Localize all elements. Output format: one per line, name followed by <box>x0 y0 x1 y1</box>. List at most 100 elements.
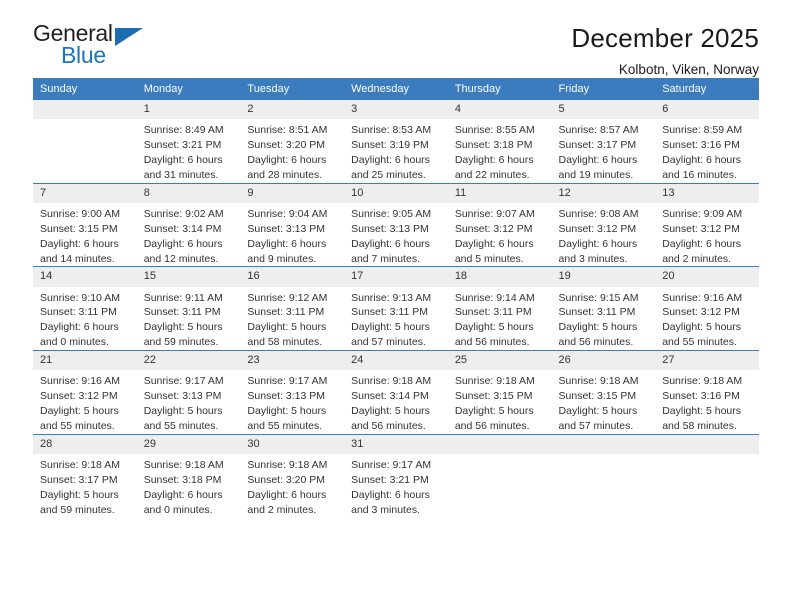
day-number: 31 <box>344 434 448 454</box>
calendar-day-cell[interactable]: 7 Sunrise: 9:00 AM Sunset: 3:15 PM Daylight… <box>33 182 137 267</box>
sunrise-text: Sunrise: 9:16 AM <box>662 291 743 304</box>
daylight-text-line2: and 57 minutes. <box>351 336 426 349</box>
calendar-day-cell[interactable]: 18 Sunrise: 9:14 AM Sunset: 3:11 PM Dayligh… <box>447 266 552 351</box>
calendar-header-row: Sunday Monday Tuesday Wednesday Thursday… <box>33 78 759 100</box>
calendar-day-cell[interactable]: 20 Sunrise: 9:16 AM Sunset: 3:12 PM Dayligh… <box>655 266 759 351</box>
daylight-text-line1: Daylight: 5 hours <box>351 321 430 334</box>
calendar-day-cell[interactable]: 31 Sunrise: 9:17 AM Sunset: 3:21 PM Dayligh… <box>344 433 448 518</box>
sunset-text: Sunset: 3:11 PM <box>351 306 428 319</box>
day-details: Sunrise: 9:16 AM Sunset: 3:12 PM Daylight:… <box>655 287 759 351</box>
calendar-day-cell[interactable]: 16 Sunrise: 9:12 AM Sunset: 3:11 PM Dayligh… <box>240 266 345 351</box>
calendar-day-cell[interactable]: 24 Sunrise: 9:18 AM Sunset: 3:14 PM Dayligh… <box>344 350 448 435</box>
calendar-day-cell[interactable]: 1 Sunrise: 8:49 AM Sunset: 3:21 PM Daylight… <box>136 100 241 184</box>
calendar-day-cell[interactable]: 22 Sunrise: 9:17 AM Sunset: 3:13 PM Dayligh… <box>136 350 241 435</box>
day-details: Sunrise: 8:53 AM Sunset: 3:19 PM Daylight:… <box>344 119 448 183</box>
day-details: Sunrise: 9:07 AM Sunset: 3:12 PM Daylight:… <box>448 203 552 267</box>
daylight-text-line2: and 22 minutes. <box>454 168 530 181</box>
day-details: Sunrise: 9:18 AM Sunset: 3:15 PM Daylight:… <box>448 370 552 434</box>
calendar-cell-empty <box>33 100 137 184</box>
day-details: Sunrise: 9:00 AM Sunset: 3:15 PM Daylight:… <box>33 203 137 267</box>
day-details: Sunrise: 9:02 AM Sunset: 3:14 PM Daylight:… <box>137 203 241 267</box>
calendar-day-cell[interactable]: 8 Sunrise: 9:02 AM Sunset: 3:14 PM Daylight… <box>136 182 241 267</box>
daylight-text-line2: and 3 minutes. <box>558 252 628 265</box>
daylight-text-line1: Daylight: 6 hours <box>662 237 742 250</box>
daylight-text-line2: and 59 minutes. <box>143 336 219 349</box>
sunset-text: Sunset: 3:20 PM <box>247 473 326 486</box>
daylight-text-line1: Daylight: 5 hours <box>454 405 534 418</box>
day-number: 8 <box>136 183 241 203</box>
daylight-text-line1: Daylight: 6 hours <box>662 153 742 166</box>
day-details: Sunrise: 9:18 AM Sunset: 3:16 PM Daylight:… <box>655 370 759 434</box>
sunrise-text: Sunrise: 8:53 AM <box>351 124 432 137</box>
calendar-day-cell[interactable]: 21 Sunrise: 9:16 AM Sunset: 3:12 PM Dayligh… <box>33 350 137 435</box>
calendar-day-cell[interactable]: 17 Sunrise: 9:13 AM Sunset: 3:11 PM Dayligh… <box>344 266 448 351</box>
calendar-day-cell[interactable]: 14 Sunrise: 9:10 AM Sunset: 3:11 PM Dayligh… <box>33 266 137 351</box>
calendar-day-cell[interactable]: 5 Sunrise: 8:57 AM Sunset: 3:17 PM Daylight… <box>551 100 656 184</box>
calendar-day-cell[interactable]: 29 Sunrise: 9:18 AM Sunset: 3:18 PM Dayligh… <box>136 433 241 518</box>
day-number <box>33 100 137 120</box>
day-number: 26 <box>551 351 656 371</box>
calendar-day-cell[interactable]: 9 Sunrise: 9:04 AM Sunset: 3:13 PM Daylight… <box>240 182 345 267</box>
sunrise-text: Sunrise: 9:18 AM <box>351 375 432 388</box>
sunset-text: Sunset: 3:13 PM <box>247 222 326 235</box>
day-details: Sunrise: 9:17 AM Sunset: 3:13 PM Daylight:… <box>240 370 344 434</box>
sunrise-text: Sunrise: 9:17 AM <box>247 375 328 388</box>
day-number: 24 <box>344 351 448 371</box>
calendar-day-cell[interactable]: 11 Sunrise: 9:07 AM Sunset: 3:12 PM Dayligh… <box>447 182 552 267</box>
sunset-text: Sunset: 3:11 PM <box>143 306 221 319</box>
calendar-day-cell[interactable]: 19 Sunrise: 9:15 AM Sunset: 3:11 PM Dayligh… <box>551 266 656 351</box>
sunset-text: Sunset: 3:12 PM <box>662 222 740 235</box>
calendar-day-cell[interactable]: 28 Sunrise: 9:18 AM Sunset: 3:17 PM Dayligh… <box>33 433 137 518</box>
daylight-text-line2: and 55 minutes. <box>40 419 115 432</box>
sunrise-text: Sunrise: 9:17 AM <box>351 458 432 471</box>
day-number: 4 <box>447 100 552 120</box>
daylight-text-line2: and 0 minutes. <box>143 503 213 516</box>
daylight-text-line2: and 0 minutes. <box>40 336 109 349</box>
daylight-text-line2: and 31 minutes. <box>143 168 219 181</box>
daylight-text-line1: Daylight: 6 hours <box>143 488 223 501</box>
calendar-day-cell[interactable]: 26 Sunrise: 9:18 AM Sunset: 3:15 PM Dayligh… <box>551 350 656 435</box>
daylight-text-line1: Daylight: 6 hours <box>558 153 638 166</box>
calendar-cell-empty <box>655 433 759 518</box>
daylight-text-line2: and 9 minutes. <box>247 252 317 265</box>
sunrise-text: Sunrise: 8:49 AM <box>143 124 224 137</box>
sunrise-text: Sunrise: 9:02 AM <box>143 207 224 220</box>
daylight-text-line1: Daylight: 5 hours <box>247 405 327 418</box>
sunrise-text: Sunrise: 9:11 AM <box>143 291 223 304</box>
day-details: Sunrise: 9:18 AM Sunset: 3:20 PM Daylight:… <box>240 454 344 518</box>
calendar-day-cell[interactable]: 10 Sunrise: 9:05 AM Sunset: 3:13 PM Dayligh… <box>344 182 448 267</box>
sunset-text: Sunset: 3:13 PM <box>351 222 429 235</box>
daylight-text-line2: and 58 minutes. <box>247 336 323 349</box>
sunset-text: Sunset: 3:16 PM <box>662 390 740 403</box>
page-title: December 2025 <box>571 23 759 53</box>
calendar-day-cell[interactable]: 27 Sunrise: 9:18 AM Sunset: 3:16 PM Dayligh… <box>655 350 759 435</box>
calendar-day-cell[interactable]: 12 Sunrise: 9:08 AM Sunset: 3:12 PM Dayligh… <box>551 182 656 267</box>
sunrise-text: Sunrise: 9:04 AM <box>247 207 328 220</box>
calendar-day-cell[interactable]: 15 Sunrise: 9:11 AM Sunset: 3:11 PM Dayligh… <box>136 266 241 351</box>
calendar-day-cell[interactable]: 23 Sunrise: 9:17 AM Sunset: 3:13 PM Dayligh… <box>240 350 345 435</box>
daylight-text-line1: Daylight: 5 hours <box>143 405 223 418</box>
day-details: Sunrise: 9:17 AM Sunset: 3:13 PM Daylight:… <box>137 370 241 434</box>
day-number: 17 <box>344 267 448 287</box>
daylight-text-line2: and 55 minutes. <box>143 419 219 432</box>
calendar-grid: Sunday Monday Tuesday Wednesday Thursday… <box>33 78 759 518</box>
calendar-day-cell[interactable]: 3 Sunrise: 8:53 AM Sunset: 3:19 PM Daylight… <box>344 100 448 184</box>
sunrise-text: Sunrise: 9:07 AM <box>454 207 535 220</box>
weekday-header-sunday: Sunday <box>33 78 137 100</box>
daylight-text-line1: Daylight: 6 hours <box>558 237 638 250</box>
day-details: Sunrise: 9:17 AM Sunset: 3:21 PM Daylight:… <box>344 454 448 518</box>
calendar-day-cell[interactable]: 2 Sunrise: 8:51 AM Sunset: 3:20 PM Daylight… <box>240 100 345 184</box>
daylight-text-line1: Daylight: 6 hours <box>247 237 327 250</box>
calendar-day-cell[interactable]: 30 Sunrise: 9:18 AM Sunset: 3:20 PM Dayligh… <box>240 433 345 518</box>
calendar-day-cell[interactable]: 6 Sunrise: 8:59 AM Sunset: 3:16 PM Daylight… <box>655 100 759 184</box>
daylight-text-line1: Daylight: 5 hours <box>40 488 119 501</box>
calendar-day-cell[interactable]: 4 Sunrise: 8:55 AM Sunset: 3:18 PM Daylight… <box>447 100 552 184</box>
day-details: Sunrise: 9:15 AM Sunset: 3:11 PM Daylight:… <box>552 287 656 351</box>
day-number: 30 <box>240 434 345 454</box>
daylight-text-line1: Daylight: 5 hours <box>40 405 119 418</box>
calendar-day-cell[interactable]: 25 Sunrise: 9:18 AM Sunset: 3:15 PM Dayligh… <box>447 350 552 435</box>
day-details: Sunrise: 8:51 AM Sunset: 3:20 PM Daylight:… <box>240 119 344 183</box>
sunrise-text: Sunrise: 9:18 AM <box>558 375 639 388</box>
sunset-text: Sunset: 3:13 PM <box>247 390 326 403</box>
calendar-day-cell[interactable]: 13 Sunrise: 9:09 AM Sunset: 3:12 PM Dayligh… <box>655 182 759 267</box>
